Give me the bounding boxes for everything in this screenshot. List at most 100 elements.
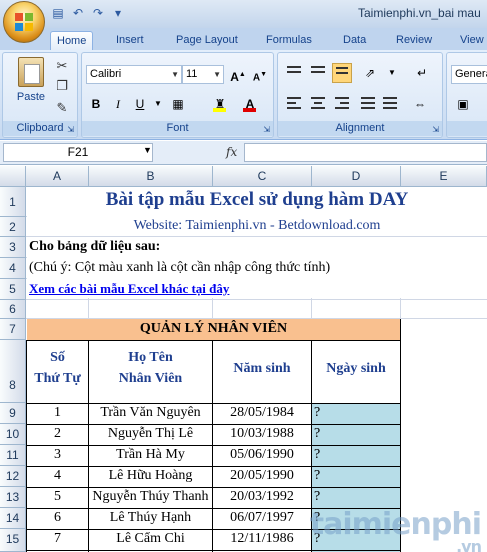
cut-icon[interactable]: ✂ — [53, 57, 71, 75]
currency-icon[interactable]: ▣ — [453, 94, 473, 114]
tab-data[interactable]: Data — [337, 31, 372, 50]
row-header-10[interactable]: 10 — [0, 424, 26, 445]
cell-birth-day[interactable]: ? — [314, 426, 400, 442]
align-middle-icon[interactable] — [308, 63, 328, 83]
chevron-down-icon[interactable]: ▼ — [143, 145, 152, 155]
wrap-text-icon[interactable]: ↵ — [412, 63, 432, 83]
cell-birth-day[interactable]: ? — [314, 447, 400, 463]
paste-button[interactable]: Paste — [11, 57, 51, 111]
clipboard-launcher-icon[interactable]: ⇲ — [67, 125, 74, 134]
cell-name[interactable]: Trần Văn Nguyên — [89, 405, 212, 421]
align-bottom-icon[interactable] — [332, 63, 352, 83]
insert-function-icon[interactable]: fx — [226, 145, 237, 159]
cell-name[interactable]: Nguyễn Thúy Thanh — [89, 489, 212, 505]
name-box[interactable]: F21 — [3, 143, 153, 162]
fill-color-icon[interactable]: ♜ — [210, 94, 230, 114]
row-header-15[interactable]: 15 — [0, 529, 26, 552]
cell-birth-year[interactable]: 28/05/1984 — [213, 405, 311, 421]
cell-birth-day[interactable]: ? — [314, 405, 400, 421]
tab-insert[interactable]: Insert — [110, 31, 150, 50]
cell-stt[interactable]: 3 — [27, 447, 88, 463]
cell-birth-day[interactable]: ? — [314, 489, 400, 505]
borders-icon[interactable]: ▦ — [168, 94, 188, 114]
tab-formulas[interactable]: Formulas — [260, 31, 318, 50]
bold-button[interactable]: B — [86, 94, 106, 114]
shrink-font-button[interactable]: A▼ — [250, 65, 270, 85]
row-header-12[interactable]: 12 — [0, 466, 26, 487]
cell-birth-day[interactable]: ? — [314, 468, 400, 484]
chevron-down-icon[interactable]: ▼ — [382, 63, 402, 83]
formula-input[interactable] — [244, 143, 487, 162]
tab-review[interactable]: Review — [390, 31, 438, 50]
number-format-dropdown[interactable]: General — [451, 65, 487, 84]
font-name-dropdown[interactable]: Calibri ▼ — [86, 65, 182, 84]
row-header-4[interactable]: 4 — [0, 258, 26, 279]
cell-name[interactable]: Lê Cẩm Chi — [89, 531, 212, 547]
header-birth-year: Năm sinh — [233, 361, 291, 376]
cell-name[interactable]: Nguyễn Thị Lê — [89, 426, 212, 442]
underline-button[interactable]: U — [130, 94, 150, 114]
row-header-3[interactable]: 3 — [0, 237, 26, 258]
decrease-indent-icon[interactable] — [358, 94, 378, 114]
undo-icon[interactable]: ↶ — [70, 5, 86, 21]
copy-icon[interactable]: ❐ — [53, 77, 71, 95]
align-left-icon[interactable] — [284, 94, 304, 114]
cell-birth-year[interactable]: 20/03/1992 — [213, 489, 311, 505]
cell-stt[interactable]: 4 — [27, 468, 88, 484]
column-header-d[interactable]: D — [312, 166, 401, 187]
column-header-a[interactable]: A — [26, 166, 89, 187]
font-color-button[interactable]: A — [240, 94, 260, 114]
row-header-1[interactable]: 1 — [0, 187, 26, 217]
font-launcher-icon[interactable]: ⇲ — [263, 125, 270, 134]
cell-stt[interactable]: 7 — [27, 531, 88, 547]
row-header-8[interactable]: 8 — [0, 340, 26, 403]
row-header-5[interactable]: 5 — [0, 279, 26, 300]
row-header-14[interactable]: 14 — [0, 508, 26, 529]
font-size-dropdown[interactable]: 11 ▼ — [182, 65, 224, 84]
tab-page-layout[interactable]: Page Layout — [170, 31, 244, 50]
cell-birth-year[interactable]: 06/07/1997 — [213, 510, 311, 526]
customize-qat-icon[interactable]: ▾ — [110, 5, 126, 21]
row-header-7[interactable]: 7 — [0, 319, 26, 340]
more-samples-link[interactable]: Xem các bài mẫu Excel khác tại đây — [29, 281, 229, 297]
cell-birth-year[interactable]: 05/06/1990 — [213, 447, 311, 463]
save-icon[interactable]: ▤ — [50, 5, 66, 21]
column-header-c[interactable]: C — [213, 166, 312, 187]
office-button[interactable] — [3, 1, 45, 43]
cell-stt[interactable]: 1 — [27, 405, 88, 421]
cell-birth-year[interactable]: 10/03/1988 — [213, 426, 311, 442]
grow-font-button[interactable]: A▲ — [228, 65, 248, 85]
cell-birth-year[interactable]: 20/05/1990 — [213, 468, 311, 484]
cell-name[interactable]: Trần Hà My — [89, 447, 212, 463]
row-header-9[interactable]: 9 — [0, 403, 26, 424]
align-center-icon[interactable] — [308, 94, 328, 114]
tab-home[interactable]: Home — [50, 31, 94, 50]
cell-name[interactable]: Lê Hữu Hoàng — [89, 468, 212, 484]
given-text: Cho bảng dữ liệu sau: — [29, 239, 161, 254]
tab-view[interactable]: View — [454, 31, 487, 50]
worksheet-grid[interactable]: A B C D E 1 2 3 4 5 6 7 8 9 10 11 12 13 … — [0, 166, 487, 552]
align-top-icon[interactable] — [284, 63, 304, 83]
row-header-11[interactable]: 11 — [0, 445, 26, 466]
column-header-e[interactable]: E — [401, 166, 487, 187]
italic-button[interactable]: I — [108, 94, 128, 114]
cell-name[interactable]: Lê Thúy Hạnh — [89, 510, 212, 526]
cell-birth-year[interactable]: 12/11/1986 — [213, 531, 311, 547]
format-painter-icon[interactable]: ✎ — [53, 99, 71, 117]
row-header-6[interactable]: 6 — [0, 300, 26, 319]
cell-stt[interactable]: 5 — [27, 489, 88, 505]
redo-icon[interactable]: ↷ — [90, 5, 106, 21]
chevron-down-icon[interactable]: ▼ — [148, 94, 168, 114]
cell-stt[interactable]: 6 — [27, 510, 88, 526]
align-right-icon[interactable] — [332, 94, 352, 114]
header-name-line1: Họ Tên — [128, 350, 173, 365]
select-all-corner[interactable] — [0, 166, 26, 187]
orientation-icon[interactable]: ⇗ — [360, 63, 380, 83]
column-header-b[interactable]: B — [89, 166, 213, 187]
merge-center-icon[interactable]: ⇔ — [410, 94, 430, 114]
alignment-launcher-icon[interactable]: ⇲ — [432, 125, 439, 134]
row-header-2[interactable]: 2 — [0, 217, 26, 237]
row-header-13[interactable]: 13 — [0, 487, 26, 508]
cell-stt[interactable]: 2 — [27, 426, 88, 442]
increase-indent-icon[interactable] — [380, 94, 400, 114]
